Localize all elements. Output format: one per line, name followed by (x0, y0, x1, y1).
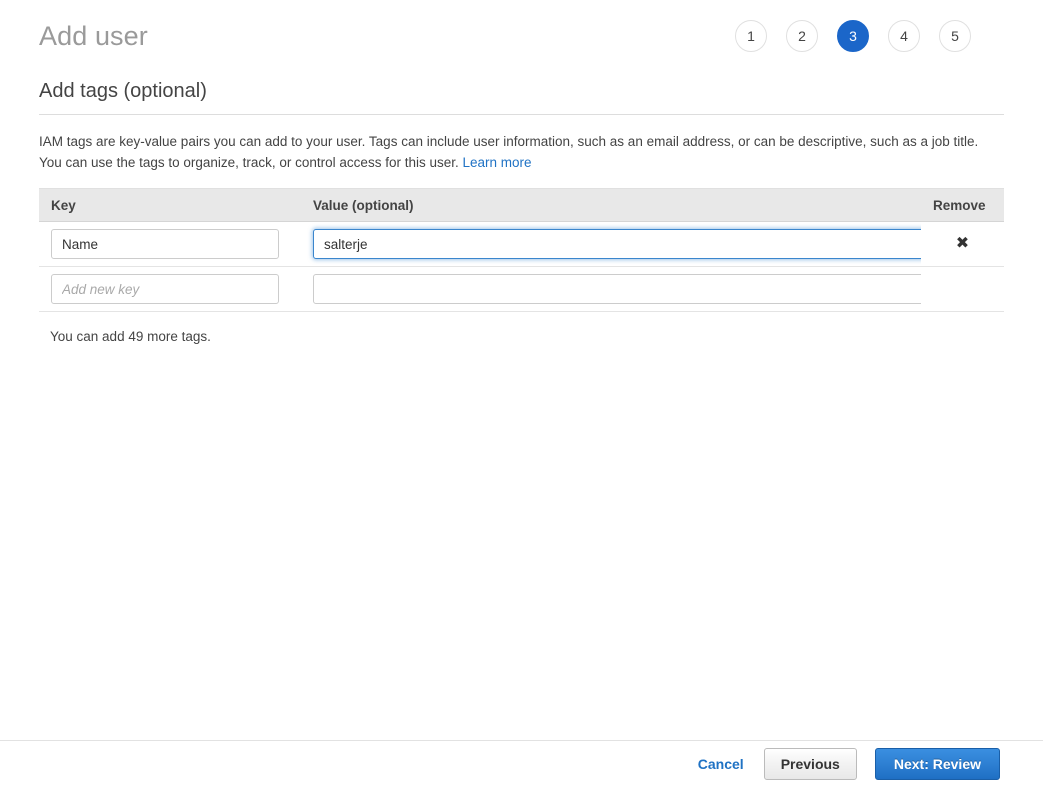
tag-key-input-1[interactable] (51, 274, 279, 304)
close-x-icon[interactable]: ✖ (956, 235, 969, 251)
column-header-value: Value (optional) (301, 188, 921, 222)
cell-remove (921, 266, 1004, 312)
cancel-button[interactable]: Cancel (696, 752, 746, 776)
table-row: ✖ (39, 221, 1004, 267)
tags-table-header-row: Key Value (optional) Remove (39, 188, 1004, 222)
tags-table-head: Key Value (optional) Remove (39, 188, 1004, 222)
previous-button[interactable]: Previous (763, 747, 857, 780)
page-header: Add user 1 2 3 4 5 (0, 0, 1043, 72)
step-indicator: 1 2 3 4 5 (735, 20, 971, 52)
cell-value (301, 266, 925, 312)
cell-key (39, 266, 301, 312)
tags-table: Key Value (optional) Remove ✖ (39, 188, 1004, 312)
add-user-page: Add user 1 2 3 4 5 Add tags (optional) I… (0, 0, 1043, 786)
next-review-button[interactable]: Next: Review (874, 747, 1000, 780)
page-title: Add user (39, 21, 148, 51)
tag-key-input-0[interactable] (51, 229, 279, 259)
main-content: Add tags (optional) IAM tags are key-val… (39, 78, 1004, 346)
cell-value (301, 221, 925, 267)
section-description: IAM tags are key-value pairs you can add… (39, 131, 989, 173)
more-tags-note: You can add 49 more tags. (50, 329, 211, 344)
cell-key (39, 221, 301, 267)
step-2[interactable]: 2 (786, 20, 818, 52)
learn-more-link[interactable]: Learn more (462, 155, 531, 170)
table-row (39, 266, 1004, 312)
column-header-key: Key (39, 188, 301, 222)
cell-remove: ✖ (921, 221, 1004, 267)
column-header-remove: Remove (921, 188, 1004, 222)
page-footer: Cancel Previous Next: Review (0, 741, 1043, 786)
tag-value-input-1[interactable] (313, 274, 925, 304)
tags-table-body: ✖ (39, 221, 1004, 312)
step-4[interactable]: 4 (888, 20, 920, 52)
step-5[interactable]: 5 (939, 20, 971, 52)
tag-value-input-0[interactable] (313, 229, 925, 259)
section-title: Add tags (optional) (39, 78, 1004, 115)
step-3-active[interactable]: 3 (837, 20, 869, 52)
step-1[interactable]: 1 (735, 20, 767, 52)
